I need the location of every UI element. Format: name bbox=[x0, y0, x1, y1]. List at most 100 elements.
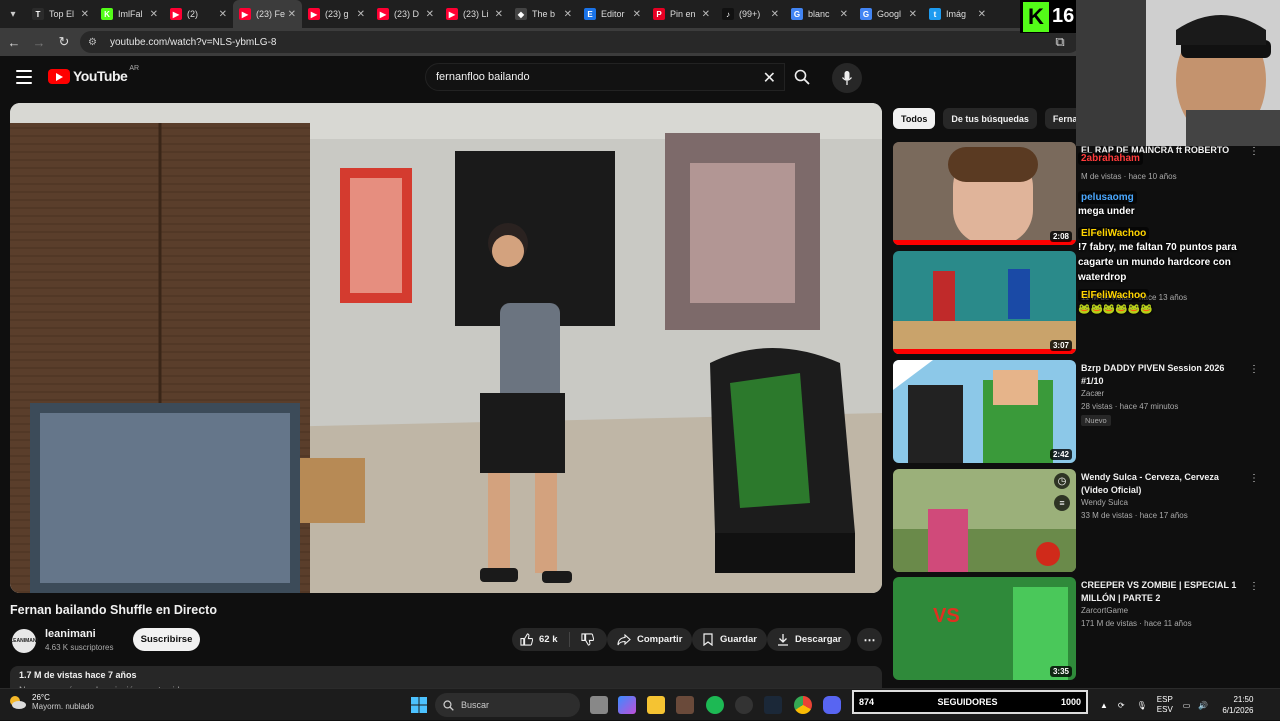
weather-widget[interactable]: 26°C Mayorm. nublado bbox=[8, 693, 94, 711]
tab-title: (23) Li bbox=[463, 9, 489, 19]
channel-name[interactable]: leanimani bbox=[45, 628, 96, 640]
tab-close-icon[interactable]: ✕ bbox=[909, 9, 917, 20]
recommended-video[interactable]: ◷ ≡ Wendy Sulca - Cerveza, Cerveza (Vide… bbox=[893, 469, 1273, 572]
more-actions-icon[interactable]: ⋯ bbox=[857, 628, 882, 651]
download-button[interactable]: Descargar bbox=[767, 628, 852, 651]
video-duration: 3:35 bbox=[1049, 666, 1072, 677]
browser-tab[interactable]: T Top El ✕ bbox=[26, 0, 95, 28]
site-info-icon[interactable]: ⚙ bbox=[88, 37, 102, 48]
tab-close-icon[interactable]: ✕ bbox=[81, 9, 89, 20]
add-to-queue-icon[interactable]: ≡ bbox=[1054, 495, 1070, 511]
tab-close-icon[interactable]: ✕ bbox=[702, 9, 710, 20]
recommended-video[interactable]: 2:42 Bzrp DADDY PIVEN Session 2026 #1/10… bbox=[893, 360, 1273, 463]
taskbar-search[interactable]: Buscar bbox=[435, 693, 580, 717]
video-thumbnail[interactable]: 2:08 bbox=[893, 142, 1076, 245]
clock[interactable]: 21:50 6/1/2026 bbox=[1222, 694, 1253, 716]
video-title[interactable]: Wendy Sulca - Cerveza, Cerveza (Video Of… bbox=[1081, 471, 1241, 497]
save-button[interactable]: Guardar bbox=[692, 628, 767, 651]
search-input[interactable]: fernanfloo bailando ✕ bbox=[425, 63, 785, 91]
language-indicator[interactable]: ESP ESV bbox=[1157, 695, 1173, 715]
tab-favicon-icon: G bbox=[791, 8, 803, 20]
windows-taskbar: 26°C Mayorm. nublado Buscar ▲ ⟳ 🎙 ESP ES… bbox=[0, 688, 1280, 720]
video-title[interactable]: Bzrp DADDY PIVEN Session 2026 #1/10 bbox=[1081, 362, 1241, 388]
video-thumbnail[interactable]: ◷ ≡ bbox=[893, 469, 1076, 572]
windows-start-icon[interactable] bbox=[410, 696, 428, 714]
region-code: AR bbox=[129, 64, 140, 72]
channel-name[interactable]: Zacær bbox=[1081, 389, 1104, 398]
tab-close-icon[interactable]: ✕ bbox=[357, 9, 365, 20]
dislike-button[interactable] bbox=[570, 633, 600, 646]
file-explorer-icon[interactable] bbox=[647, 696, 665, 714]
thumbnail-image bbox=[893, 360, 1076, 463]
task-view-icon[interactable] bbox=[590, 696, 608, 714]
tray-expand-icon[interactable]: ▲ bbox=[1100, 701, 1108, 710]
watch-later-icon[interactable]: ◷ bbox=[1054, 473, 1070, 489]
chip-de-tus-busquedas[interactable]: De tus búsquedas bbox=[943, 108, 1037, 129]
browser-tab[interactable]: ♪ (99+) ✕ bbox=[716, 0, 785, 28]
browser-tab[interactable]: ◆ The b ✕ bbox=[509, 0, 578, 28]
tab-close-icon[interactable]: ✕ bbox=[840, 9, 848, 20]
browser-tab[interactable]: t Imág ✕ bbox=[923, 0, 992, 28]
kebab-menu-icon[interactable]: ⋮ bbox=[1249, 364, 1259, 375]
chip-todos[interactable]: Todos bbox=[893, 108, 936, 129]
browser-tab[interactable]: ▶ (23) g ✕ bbox=[302, 0, 371, 28]
browser-tab[interactable]: ▶ (23) Fe ✕ bbox=[233, 0, 302, 28]
tab-close-icon[interactable]: ✕ bbox=[495, 9, 503, 20]
voice-search-button[interactable] bbox=[832, 63, 862, 93]
tab-close-icon[interactable]: ✕ bbox=[771, 9, 779, 20]
search-button[interactable] bbox=[785, 63, 819, 91]
discord-icon[interactable] bbox=[823, 696, 841, 714]
tab-close-icon[interactable]: ✕ bbox=[150, 9, 158, 20]
browser-tab[interactable]: K ImlFal ✕ bbox=[95, 0, 164, 28]
tab-close-icon[interactable]: ✕ bbox=[288, 9, 296, 20]
channel-name[interactable]: Wendy Sulca bbox=[1081, 498, 1128, 507]
browser-tab[interactable]: ▶ (2) ✕ bbox=[164, 0, 233, 28]
reload-icon[interactable]: ↻ bbox=[53, 31, 75, 53]
video-thumbnail[interactable]: VS 3:35 bbox=[893, 577, 1076, 680]
app-icon[interactable] bbox=[676, 696, 694, 714]
tab-search-icon[interactable]: ▾ bbox=[0, 0, 26, 28]
subscribe-button[interactable]: Suscribirse bbox=[133, 628, 200, 651]
video-thumbnail[interactable]: 2:42 bbox=[893, 360, 1076, 463]
browser-tab[interactable]: P Pin en ✕ bbox=[647, 0, 716, 28]
copilot-icon[interactable] bbox=[618, 696, 636, 714]
microphone-icon[interactable]: 🎙 bbox=[1137, 701, 1147, 710]
install-app-icon[interactable]: ⧉ bbox=[1049, 31, 1071, 53]
like-button[interactable]: 62 k bbox=[512, 632, 570, 647]
steam-icon[interactable] bbox=[764, 696, 782, 714]
kebab-menu-icon[interactable]: ⋮ bbox=[1249, 581, 1259, 592]
tab-close-icon[interactable]: ✕ bbox=[633, 9, 641, 20]
tab-close-icon[interactable]: ✕ bbox=[564, 9, 572, 20]
network-icon[interactable]: ▭ bbox=[1183, 701, 1191, 710]
youtube-logo[interactable]: YouTube AR bbox=[48, 64, 140, 84]
browser-tab[interactable]: G Googl ✕ bbox=[854, 0, 923, 28]
tray-app-icon[interactable]: ⟳ bbox=[1118, 701, 1125, 710]
tab-close-icon[interactable]: ✕ bbox=[426, 9, 434, 20]
back-arrow-icon[interactable]: ← bbox=[3, 31, 25, 53]
webcam-overlay bbox=[1076, 0, 1280, 146]
chrome-icon[interactable] bbox=[794, 696, 812, 714]
url-field[interactable]: ⚙ youtube.com/watch?v=NLS-ybmLG-8 bbox=[80, 31, 1080, 53]
clear-search-icon[interactable]: ✕ bbox=[763, 68, 776, 88]
tab-close-icon[interactable]: ✕ bbox=[978, 9, 986, 20]
app-icon[interactable] bbox=[735, 696, 753, 714]
forward-arrow-icon[interactable]: → bbox=[28, 31, 50, 53]
browser-tab[interactable]: ▶ (23) Li ✕ bbox=[440, 0, 509, 28]
volume-icon[interactable]: 🔊 bbox=[1198, 701, 1208, 710]
channel-name[interactable]: ZarcortGame bbox=[1081, 606, 1128, 615]
menu-icon[interactable] bbox=[16, 70, 32, 84]
video-player[interactable] bbox=[10, 103, 882, 593]
followers-goal-overlay: 874 SEGUIDORES 1000 bbox=[852, 690, 1088, 714]
browser-tab[interactable]: Gblanc ✕ bbox=[785, 0, 854, 28]
tab-close-icon[interactable]: ✕ bbox=[219, 9, 227, 20]
kebab-menu-icon[interactable]: ⋮ bbox=[1249, 473, 1259, 484]
video-thumbnail[interactable]: 3:07 bbox=[893, 251, 1076, 354]
share-button[interactable]: Compartir bbox=[607, 628, 693, 651]
browser-tab[interactable]: E Editor ✕ bbox=[578, 0, 647, 28]
browser-tab[interactable]: ▶ (23) D ✕ bbox=[371, 0, 440, 28]
video-title[interactable]: CREEPER VS ZOMBIE | ESPECIAL 1 MILLÓN | … bbox=[1081, 579, 1241, 605]
system-tray: ▲ ⟳ 🎙 ESP ESV ▭ 🔊 21:50 6/1/2026 bbox=[1100, 689, 1253, 721]
spotify-icon[interactable] bbox=[706, 696, 724, 714]
recommended-video[interactable]: VS 3:35 CREEPER VS ZOMBIE | ESPECIAL 1 M… bbox=[893, 577, 1273, 680]
channel-avatar[interactable]: LEANIMANI bbox=[10, 629, 38, 653]
